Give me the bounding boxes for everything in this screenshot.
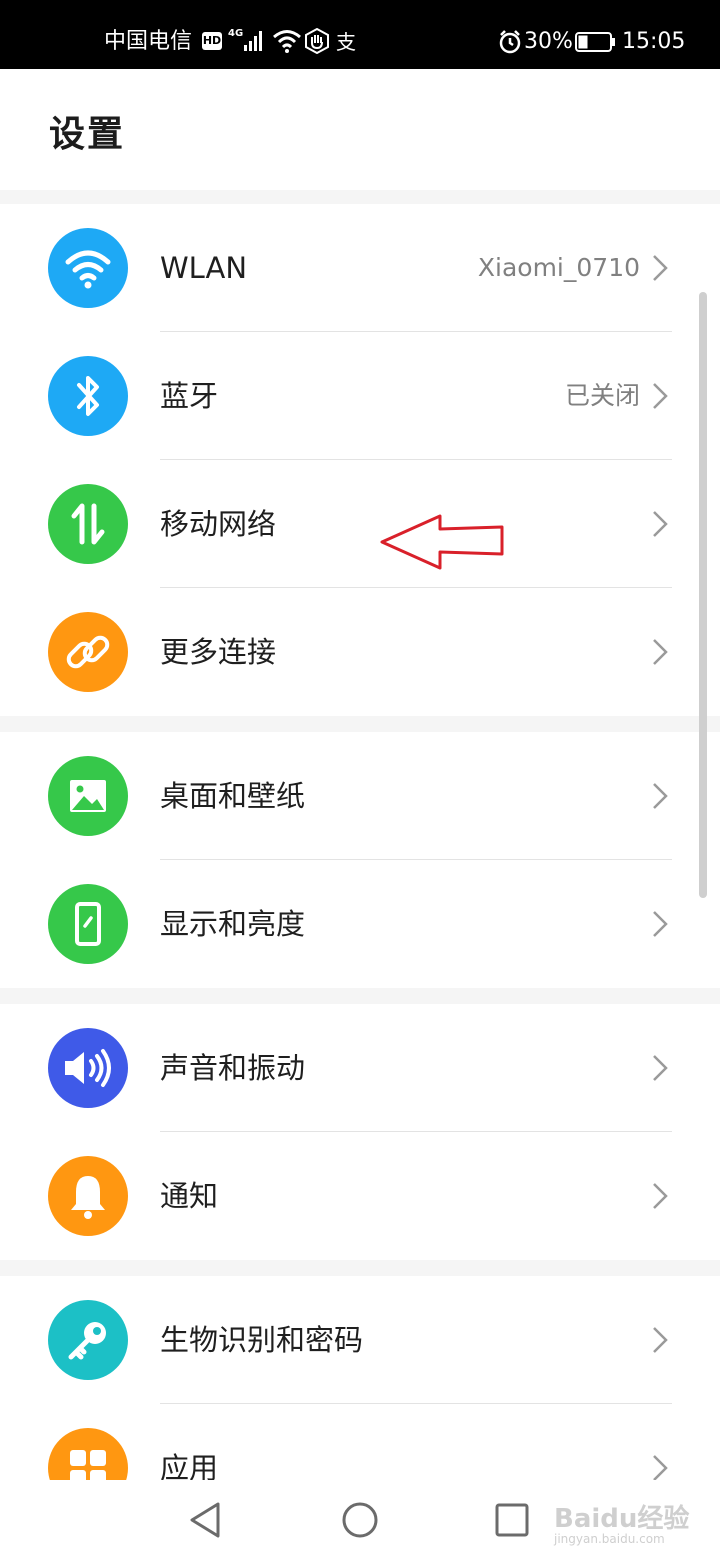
group-separator xyxy=(0,716,720,732)
bell-icon xyxy=(48,1156,128,1236)
setting-label: 移动网络 xyxy=(160,507,277,541)
signal-icon: 4G xyxy=(228,28,266,54)
header: 设置 xyxy=(0,69,720,190)
recents-button[interactable] xyxy=(490,1498,534,1542)
apps-icon xyxy=(48,1428,128,1480)
chevron-right-icon xyxy=(653,911,668,937)
setting-row-mobile-network[interactable]: 移动网络 xyxy=(0,460,720,588)
key-icon xyxy=(48,1300,128,1380)
setting-row-apps[interactable]: 应用 xyxy=(0,1404,720,1480)
setting-label: 声音和振动 xyxy=(160,1051,306,1085)
group-separator xyxy=(0,1260,720,1276)
sound-icon xyxy=(48,1028,128,1108)
group-separator xyxy=(0,988,720,1004)
link-icon xyxy=(48,612,128,692)
chevron-right-icon xyxy=(653,783,668,809)
setting-row-biometrics[interactable]: 生物识别和密码 xyxy=(0,1276,720,1404)
setting-label: 通知 xyxy=(160,1179,219,1213)
setting-value: 已关闭 xyxy=(564,381,640,410)
bluetooth-icon xyxy=(48,356,128,436)
setting-row-wlan[interactable]: WLAN Xiaomi_0710 xyxy=(0,204,720,332)
wifi-icon xyxy=(48,228,128,308)
wallpaper-icon xyxy=(48,756,128,836)
setting-label: 桌面和壁纸 xyxy=(160,779,306,813)
page-title: 设置 xyxy=(49,114,126,155)
hand-icon xyxy=(304,27,330,55)
chevron-right-icon xyxy=(653,511,668,537)
chevron-right-icon xyxy=(653,639,668,665)
annotation-arrow xyxy=(380,514,504,570)
alarm-icon xyxy=(498,30,522,54)
wifi-status-icon xyxy=(272,28,302,54)
chevron-right-icon xyxy=(653,1055,668,1081)
chevron-right-icon xyxy=(653,1327,668,1353)
display-icon xyxy=(48,884,128,964)
setting-label: 生物识别和密码 xyxy=(160,1323,364,1357)
chevron-right-icon xyxy=(653,1455,668,1480)
setting-label: 更多连接 xyxy=(160,635,277,669)
setting-label: WLAN xyxy=(160,251,248,285)
status-bar: 中国电信 HD 4G 支 30% 15:05 xyxy=(0,0,720,69)
baidu-watermark: Baidu经验 jingyan.baidu.com xyxy=(554,1504,690,1546)
chevron-right-icon xyxy=(653,1183,668,1209)
back-button[interactable] xyxy=(184,1498,228,1542)
setting-row-wallpaper[interactable]: 桌面和壁纸 xyxy=(0,732,720,860)
battery-icon xyxy=(575,31,617,53)
setting-label: 应用 xyxy=(160,1451,219,1480)
setting-row-notifications[interactable]: 通知 xyxy=(0,1132,720,1260)
chevron-right-icon xyxy=(653,383,668,409)
setting-row-bluetooth[interactable]: 蓝牙 已关闭 xyxy=(0,332,720,460)
setting-row-more-connections[interactable]: 更多连接 xyxy=(0,588,720,716)
setting-value: Xiaomi_0710 xyxy=(477,253,640,282)
home-button[interactable] xyxy=(338,1498,382,1542)
scrollbar[interactable] xyxy=(699,292,707,898)
chevron-right-icon xyxy=(653,255,668,281)
setting-row-display[interactable]: 显示和亮度 xyxy=(0,860,720,988)
hd-badge: HD xyxy=(202,32,222,50)
group-separator xyxy=(0,190,720,204)
setting-row-sound[interactable]: 声音和振动 xyxy=(0,1004,720,1132)
mobile-data-icon xyxy=(48,484,128,564)
setting-label: 蓝牙 xyxy=(160,379,219,413)
setting-label: 显示和亮度 xyxy=(160,907,306,941)
